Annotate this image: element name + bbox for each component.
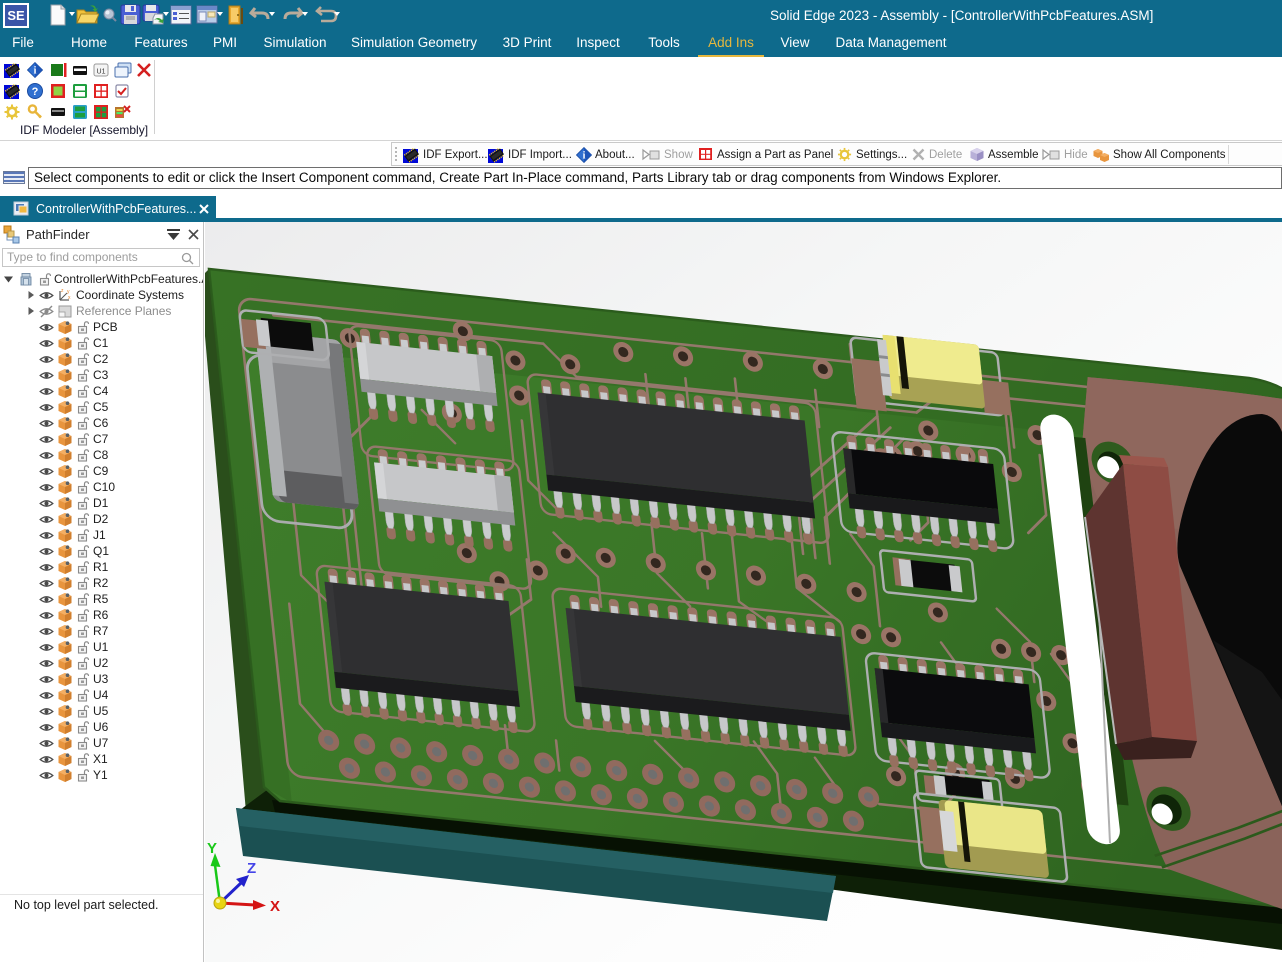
svg-text:Z: Z xyxy=(247,860,256,877)
svg-text:z: z xyxy=(61,288,64,294)
svg-text:Y: Y xyxy=(207,840,217,857)
svg-text:?: ? xyxy=(32,86,39,98)
svg-text:x: x xyxy=(68,295,71,301)
svg-text:X: X xyxy=(270,898,280,915)
svg-text:U1: U1 xyxy=(97,69,106,76)
svg-text:i: i xyxy=(34,66,37,77)
svg-text:i: i xyxy=(583,150,586,161)
